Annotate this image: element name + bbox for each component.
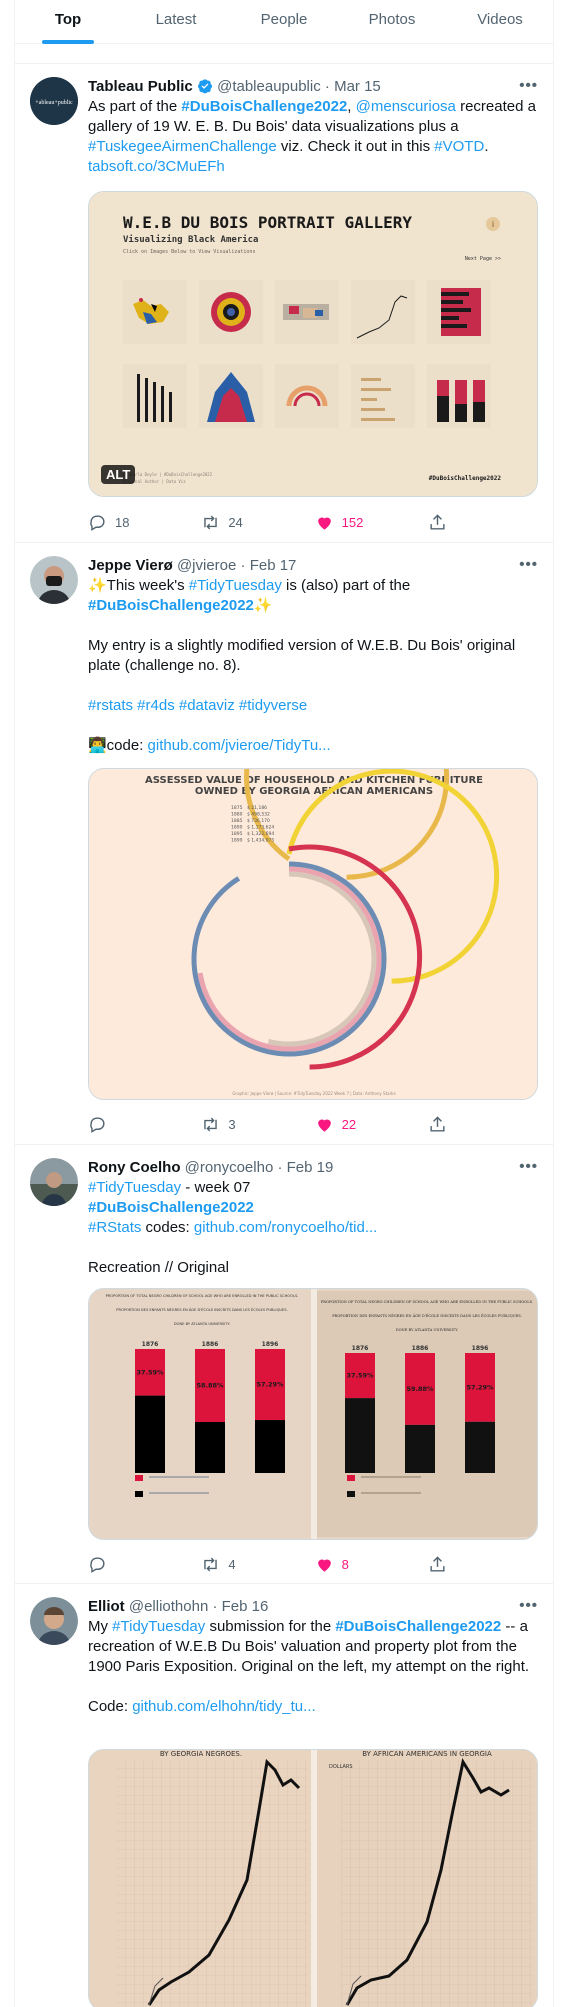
timeline-border	[14, 0, 554, 2007]
